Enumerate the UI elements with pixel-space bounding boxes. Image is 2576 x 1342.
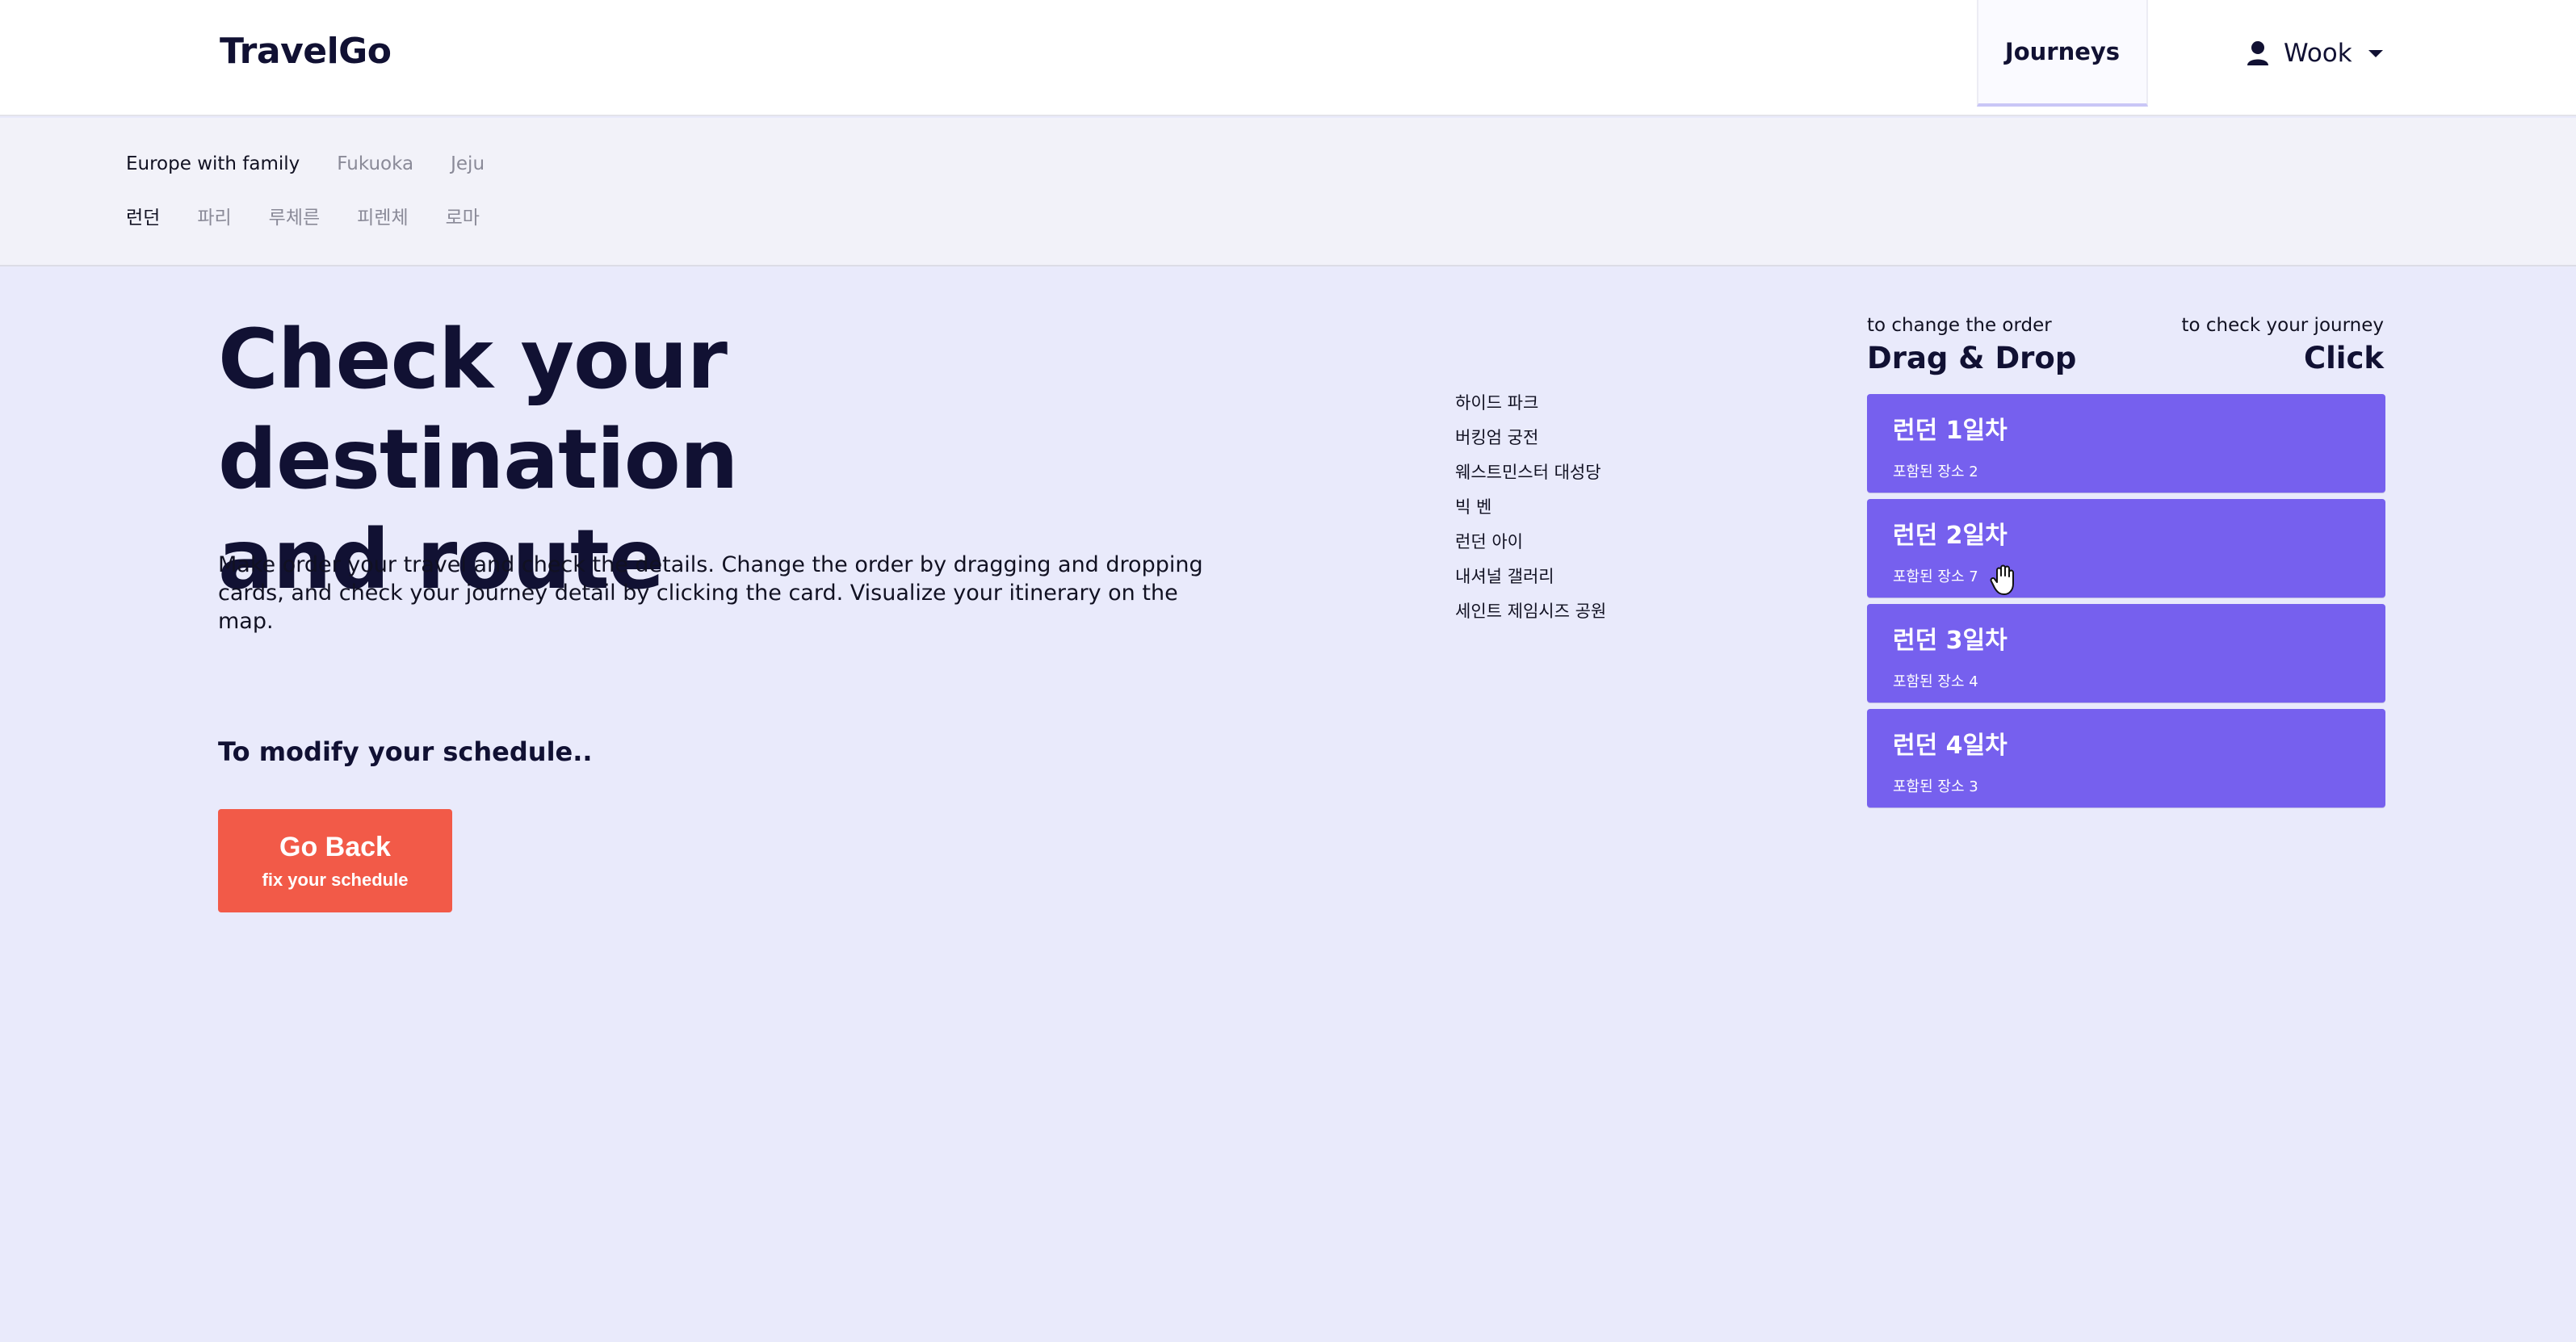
logo[interactable]: TravelGo <box>220 31 392 72</box>
sub-navigation: Europe with family Fukuoka Jeju 런던 파리 루체… <box>0 118 2576 266</box>
place-item: 하이드 파크 <box>1455 393 1539 413</box>
day-card-title: 런던 2일차 <box>1893 522 2008 550</box>
place-item: 세인트 제임시즈 공원 <box>1455 602 1607 621</box>
day-cards: 런던 1일차 포함된 장소 2 런던 2일차 포함된 장소 7 런던 3일차 포… <box>1867 394 2385 814</box>
go-back-button[interactable]: Go Back fix your schedule <box>218 809 452 912</box>
day-card-3[interactable]: 런던 3일차 포함된 장소 4 <box>1867 604 2385 702</box>
city-tab-london[interactable]: 런던 <box>126 202 160 229</box>
day-card-title: 런던 3일차 <box>1893 627 2008 655</box>
day-card-1[interactable]: 런던 1일차 포함된 장소 2 <box>1867 394 2385 493</box>
day-card-title: 런던 4일차 <box>1893 732 2008 760</box>
day-card-2[interactable]: 런던 2일차 포함된 장소 7 <box>1867 499 2385 598</box>
go-back-label: Go Back <box>279 831 391 862</box>
user-menu[interactable]: Wook <box>2247 34 2385 73</box>
city-tabs: 런던 파리 루체른 피렌체 로마 <box>126 202 480 229</box>
place-item: 빅 벤 <box>1455 497 1492 517</box>
day-card-count: 포함된 장소 3 <box>1893 778 1978 795</box>
drag-drop-hint: to change the order Drag & Drop <box>1867 315 2076 375</box>
top-header: TravelGo Journeys Wook <box>0 0 2576 116</box>
click-hint: to check your journey Click <box>2181 315 2384 375</box>
grab-cursor-icon <box>1990 564 2019 596</box>
day-card-4[interactable]: 런던 4일차 포함된 장소 3 <box>1867 709 2385 807</box>
nav-journeys[interactable]: Journeys <box>1977 0 2148 107</box>
drag-drop-hint-small: to change the order <box>1867 315 2052 336</box>
place-item: 내셔널 갤러리 <box>1455 567 1554 586</box>
page-description: Make order your travel and check the det… <box>218 552 1203 634</box>
city-tab-lucerne[interactable]: 루체른 <box>269 202 320 229</box>
trip-tabs: Europe with family Fukuoka Jeju <box>126 153 485 174</box>
user-name: Wook <box>2284 39 2352 68</box>
day-card-count: 포함된 장소 7 <box>1893 568 1978 585</box>
click-hint-big: Click <box>2303 341 2384 375</box>
day-card-count: 포함된 장소 4 <box>1893 673 1978 690</box>
city-tab-rome[interactable]: 로마 <box>446 202 480 229</box>
place-item: 런던 아이 <box>1455 532 1523 551</box>
click-hint-small: to check your journey <box>2181 315 2384 336</box>
places-list: 하이드 파크 버킹엄 궁전 웨스트민스터 대성당 빅 벤 런던 아이 내셔널 갤… <box>1455 391 1606 634</box>
trip-tab-jeju[interactable]: Jeju <box>451 153 485 174</box>
city-tab-florence[interactable]: 피렌체 <box>357 202 408 229</box>
trip-tab-europe[interactable]: Europe with family <box>126 153 300 174</box>
place-item: 버킹엄 궁전 <box>1455 428 1539 447</box>
city-tab-paris[interactable]: 파리 <box>197 202 231 229</box>
place-item: 웨스트민스터 대성당 <box>1455 463 1601 482</box>
user-icon <box>2247 40 2269 66</box>
modify-label: To modify your schedule.. <box>218 736 593 767</box>
drag-drop-hint-big: Drag & Drop <box>1867 341 2077 375</box>
day-card-title: 런던 1일차 <box>1893 417 2008 445</box>
go-back-sublabel: fix your schedule <box>262 869 409 890</box>
trip-tab-fukuoka[interactable]: Fukuoka <box>337 153 413 174</box>
page-title-line1: Check your destination <box>218 312 738 508</box>
caret-down-icon <box>2367 48 2385 59</box>
day-card-count: 포함된 장소 2 <box>1893 463 1978 480</box>
